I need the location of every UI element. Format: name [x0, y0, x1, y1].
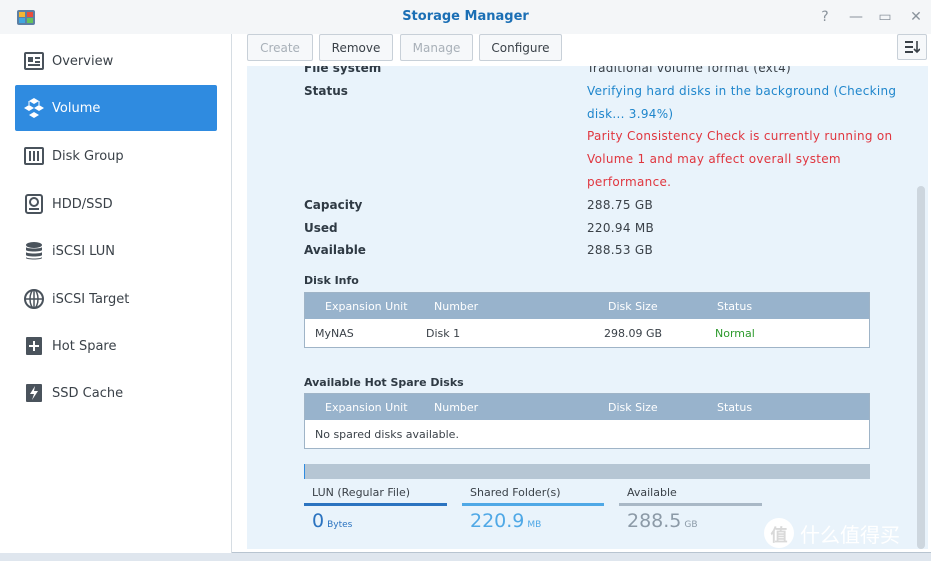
sidebar-item-label: Disk Group — [52, 148, 124, 164]
vertical-scrollbar[interactable] — [917, 186, 925, 549]
used-value: 220.94 MB — [587, 221, 655, 235]
configure-button[interactable]: Configure — [479, 34, 562, 61]
sidebar-item-hdd-ssd[interactable]: HDD/SSD — [15, 181, 217, 227]
sidebar-item-iscsi-lun[interactable]: iSCSI LUN — [15, 228, 217, 274]
watermark-logo: 值 — [764, 518, 794, 548]
minimize-icon[interactable]: — — [846, 7, 866, 27]
sidebar-item-label: Volume — [52, 100, 101, 116]
cell-size: 298.09 GB — [604, 327, 663, 340]
sidebar-item-ssd-cache[interactable]: SSD Cache — [15, 370, 217, 416]
lun-icon — [23, 240, 45, 262]
shared-folder-line — [462, 503, 604, 506]
help-icon[interactable]: ? — [815, 7, 835, 27]
disk-group-icon — [23, 145, 45, 167]
manage-button[interactable]: Manage — [400, 34, 473, 61]
sidebar-item-disk-group[interactable]: Disk Group — [15, 133, 217, 179]
capacity-value: 288.75 GB — [587, 198, 654, 212]
column-header: Disk Size — [608, 300, 658, 313]
remove-button[interactable]: Remove — [319, 34, 393, 61]
empty-message: No spared disks available. — [315, 428, 459, 441]
column-header: Status — [717, 401, 753, 414]
lun-usage-stat: LUN (Regular File) 0 Bytes — [304, 486, 447, 532]
sidebar-item-label: SSD Cache — [52, 385, 124, 401]
table-row[interactable]: MyNAS Disk 1 298.09 GB Normal — [305, 319, 869, 347]
storage-manager-window: Storage Manager ? — ▭ ✕ Overview Volume … — [0, 0, 931, 553]
sidebar-item-label: iSCSI Target — [52, 291, 130, 307]
overview-icon — [23, 50, 45, 72]
toolbar: Create Remove Manage Configure — [233, 34, 931, 66]
capacity-label: Capacity — [304, 198, 363, 212]
sidebar-item-label: Hot Spare — [52, 338, 117, 354]
shared-folder-label: Shared Folder(s) — [470, 486, 561, 499]
hdd-icon — [23, 193, 45, 215]
hot-spare-title: Available Hot Spare Disks — [304, 376, 464, 389]
lun-usage-line — [304, 503, 447, 506]
lun-usage-label: LUN (Regular File) — [312, 486, 411, 499]
disk-info-table: Expansion Unit Number Disk Size Status M… — [304, 292, 870, 348]
sidebar-item-label: Overview — [52, 53, 114, 69]
volume-detail-panel: File system Traditional volume format (e… — [247, 66, 928, 549]
sidebar-item-label: iSCSI LUN — [52, 243, 115, 259]
target-icon — [23, 288, 45, 310]
used-label: Used — [304, 221, 338, 235]
table-row: No spared disks available. — [305, 420, 869, 448]
usage-bar — [304, 464, 870, 479]
table-header: Expansion Unit Number Disk Size Status — [305, 293, 869, 319]
sidebar-item-iscsi-target[interactable]: iSCSI Target — [15, 276, 217, 322]
available-usage-value: 288.5 GB — [627, 510, 698, 532]
ssd-cache-icon — [23, 382, 45, 404]
sidebar-item-label: HDD/SSD — [52, 196, 113, 212]
shared-folder-value: 220.9 MB — [470, 510, 542, 532]
title-bar: Storage Manager ? — ▭ ✕ — [0, 0, 931, 34]
sidebar: Overview Volume Disk Group HDD/SSD iSCSI… — [0, 34, 232, 553]
watermark-text: 什么值得买 — [800, 522, 900, 547]
status-label: Status — [304, 84, 348, 98]
column-header: Expansion Unit — [325, 300, 408, 313]
hot-spare-icon — [23, 335, 45, 357]
sidebar-item-hot-spare[interactable]: Hot Spare — [15, 323, 217, 369]
volume-icon — [23, 97, 45, 119]
sidebar-item-volume[interactable]: Volume — [15, 85, 217, 131]
available-usage-label: Available — [627, 486, 677, 499]
available-usage-stat: Available 288.5 GB — [619, 486, 762, 532]
filesystem-label: File system — [304, 66, 382, 75]
watermark: 值 什么值得买 — [764, 518, 900, 548]
lun-usage-value: 0 Bytes — [312, 510, 353, 532]
close-icon[interactable]: ✕ — [906, 7, 926, 27]
create-button[interactable]: Create — [247, 34, 313, 61]
column-header: Number — [434, 300, 479, 313]
table-header: Expansion Unit Number Disk Size Status — [305, 394, 869, 420]
maximize-icon[interactable]: ▭ — [875, 7, 895, 27]
sort-button[interactable] — [897, 34, 927, 60]
column-header: Expansion Unit — [325, 401, 408, 414]
cell-status: Normal — [715, 327, 755, 340]
shared-folder-usage-stat: Shared Folder(s) 220.9 MB — [462, 486, 604, 532]
available-label: Available — [304, 243, 366, 257]
sidebar-item-overview[interactable]: Overview — [15, 38, 217, 84]
filesystem-value: Traditional volume format (ext4) — [587, 66, 791, 75]
window-title: Storage Manager — [402, 9, 529, 24]
column-header: Disk Size — [608, 401, 658, 414]
cell-number: Disk 1 — [426, 327, 461, 340]
warning-line-1: Parity Consistency Check is currently ru… — [587, 129, 893, 143]
warning-line-3: performance. — [587, 175, 672, 189]
available-usage-line — [619, 503, 762, 506]
warning-line-2: Volume 1 and may affect overall system — [587, 152, 841, 166]
status-line-2: disk... 3.94%) — [587, 107, 674, 121]
column-header: Status — [717, 300, 753, 313]
hot-spare-table: Expansion Unit Number Disk Size Status N… — [304, 393, 870, 449]
sort-icon — [905, 41, 920, 54]
disk-info-title: Disk Info — [304, 274, 359, 287]
cell-unit: MyNAS — [315, 327, 354, 340]
column-header: Number — [434, 401, 479, 414]
available-value: 288.53 GB — [587, 243, 654, 257]
status-line-1: Verifying hard disks in the background (… — [587, 84, 897, 98]
